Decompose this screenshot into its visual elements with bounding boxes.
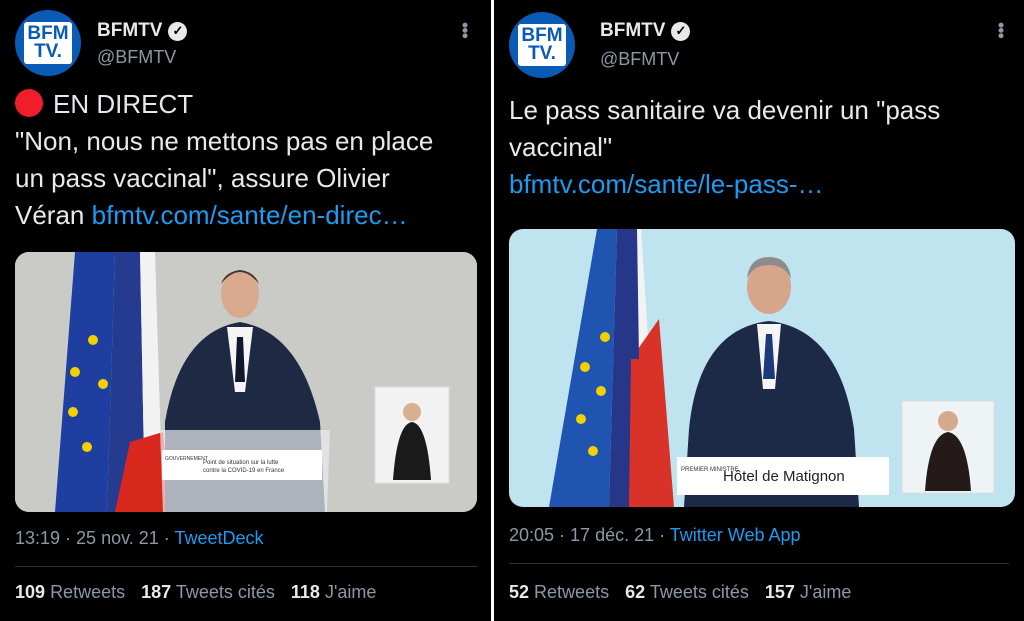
avatar[interactable]: BFM TV. [509, 12, 575, 78]
bfmtv-logo: BFM TV. [518, 23, 566, 67]
svg-text:GOUVERNEMENT: GOUVERNEMENT [165, 456, 208, 462]
press-conference-image: GOUVERNEMENT Point de situation sur la l… [15, 252, 477, 512]
tweet-link[interactable]: bfmtv.com/sante/en-direc… [92, 200, 408, 230]
likes-stat[interactable]: 157 J'aime [765, 582, 852, 603]
tweet-right: BFM TV. BFMTV ✓ @BFMTV ••• Le pass sanita… [494, 0, 1024, 621]
red-dot-icon [15, 89, 43, 117]
press-conference-image: PREMIER MINISTRE Hôtel de Matignon [509, 229, 1015, 507]
svg-text:Hôtel de Matignon: Hôtel de Matignon [723, 468, 845, 485]
retweets-stat[interactable]: 52 Retweets [509, 582, 609, 603]
verified-badge-icon: ✓ [168, 21, 188, 41]
tweet-text: Le pass sanitaire va devenir un "pass va… [509, 95, 941, 199]
quotes-stat[interactable]: 62 Tweets cités [625, 582, 749, 603]
account-name[interactable]: BFMTV ✓ [97, 20, 188, 42]
tweet-timestamp: 13:19 · 25 nov. 21 · TweetDeck [15, 528, 264, 548]
more-vertical-icon[interactable]: ••• [991, 22, 1011, 38]
tweet-image[interactable]: PREMIER MINISTRE Hôtel de Matignon [509, 229, 1015, 507]
tweet-link[interactable]: bfmtv.com/sante/le-pass-… [509, 169, 824, 199]
account-handle[interactable]: @BFMTV [600, 49, 679, 70]
tweet-left: BFM TV. BFMTV ✓ @BFMTV ••• EN DIRECT "Non… [0, 0, 491, 621]
separator [509, 563, 1009, 564]
source-app-link[interactable]: Twitter Web App [670, 525, 801, 545]
verified-badge-icon: ✓ [671, 21, 691, 41]
more-vertical-icon[interactable]: ••• [455, 22, 475, 38]
tweet-stats: 109 Retweets 187 Tweets cités 118 J'aime [15, 582, 376, 603]
separator [15, 566, 478, 567]
account-name[interactable]: BFMTV ✓ [600, 20, 691, 42]
source-app-link[interactable]: TweetDeck [174, 528, 263, 548]
tweet-image[interactable]: GOUVERNEMENT Point de situation sur la l… [15, 252, 477, 512]
tweet-timestamp: 20:05 · 17 déc. 21 · Twitter Web App [509, 525, 801, 545]
tweet-stats: 52 Retweets 62 Tweets cités 157 J'aime [509, 582, 851, 603]
avatar[interactable]: BFM TV. [15, 10, 81, 76]
account-handle[interactable]: @BFMTV [97, 47, 176, 68]
svg-text:Point de situation sur la lutt: Point de situation sur la lutte [203, 460, 279, 466]
bfmtv-logo: BFM TV. [24, 21, 72, 65]
tweet-text: EN DIRECT "Non, nous ne mettons pas en p… [15, 89, 434, 230]
likes-stat[interactable]: 118 J'aime [291, 582, 377, 603]
retweets-stat[interactable]: 109 Retweets [15, 582, 125, 603]
quotes-stat[interactable]: 187 Tweets cités [141, 582, 275, 603]
svg-text:contre la COVID-19 en France: contre la COVID-19 en France [203, 468, 285, 474]
